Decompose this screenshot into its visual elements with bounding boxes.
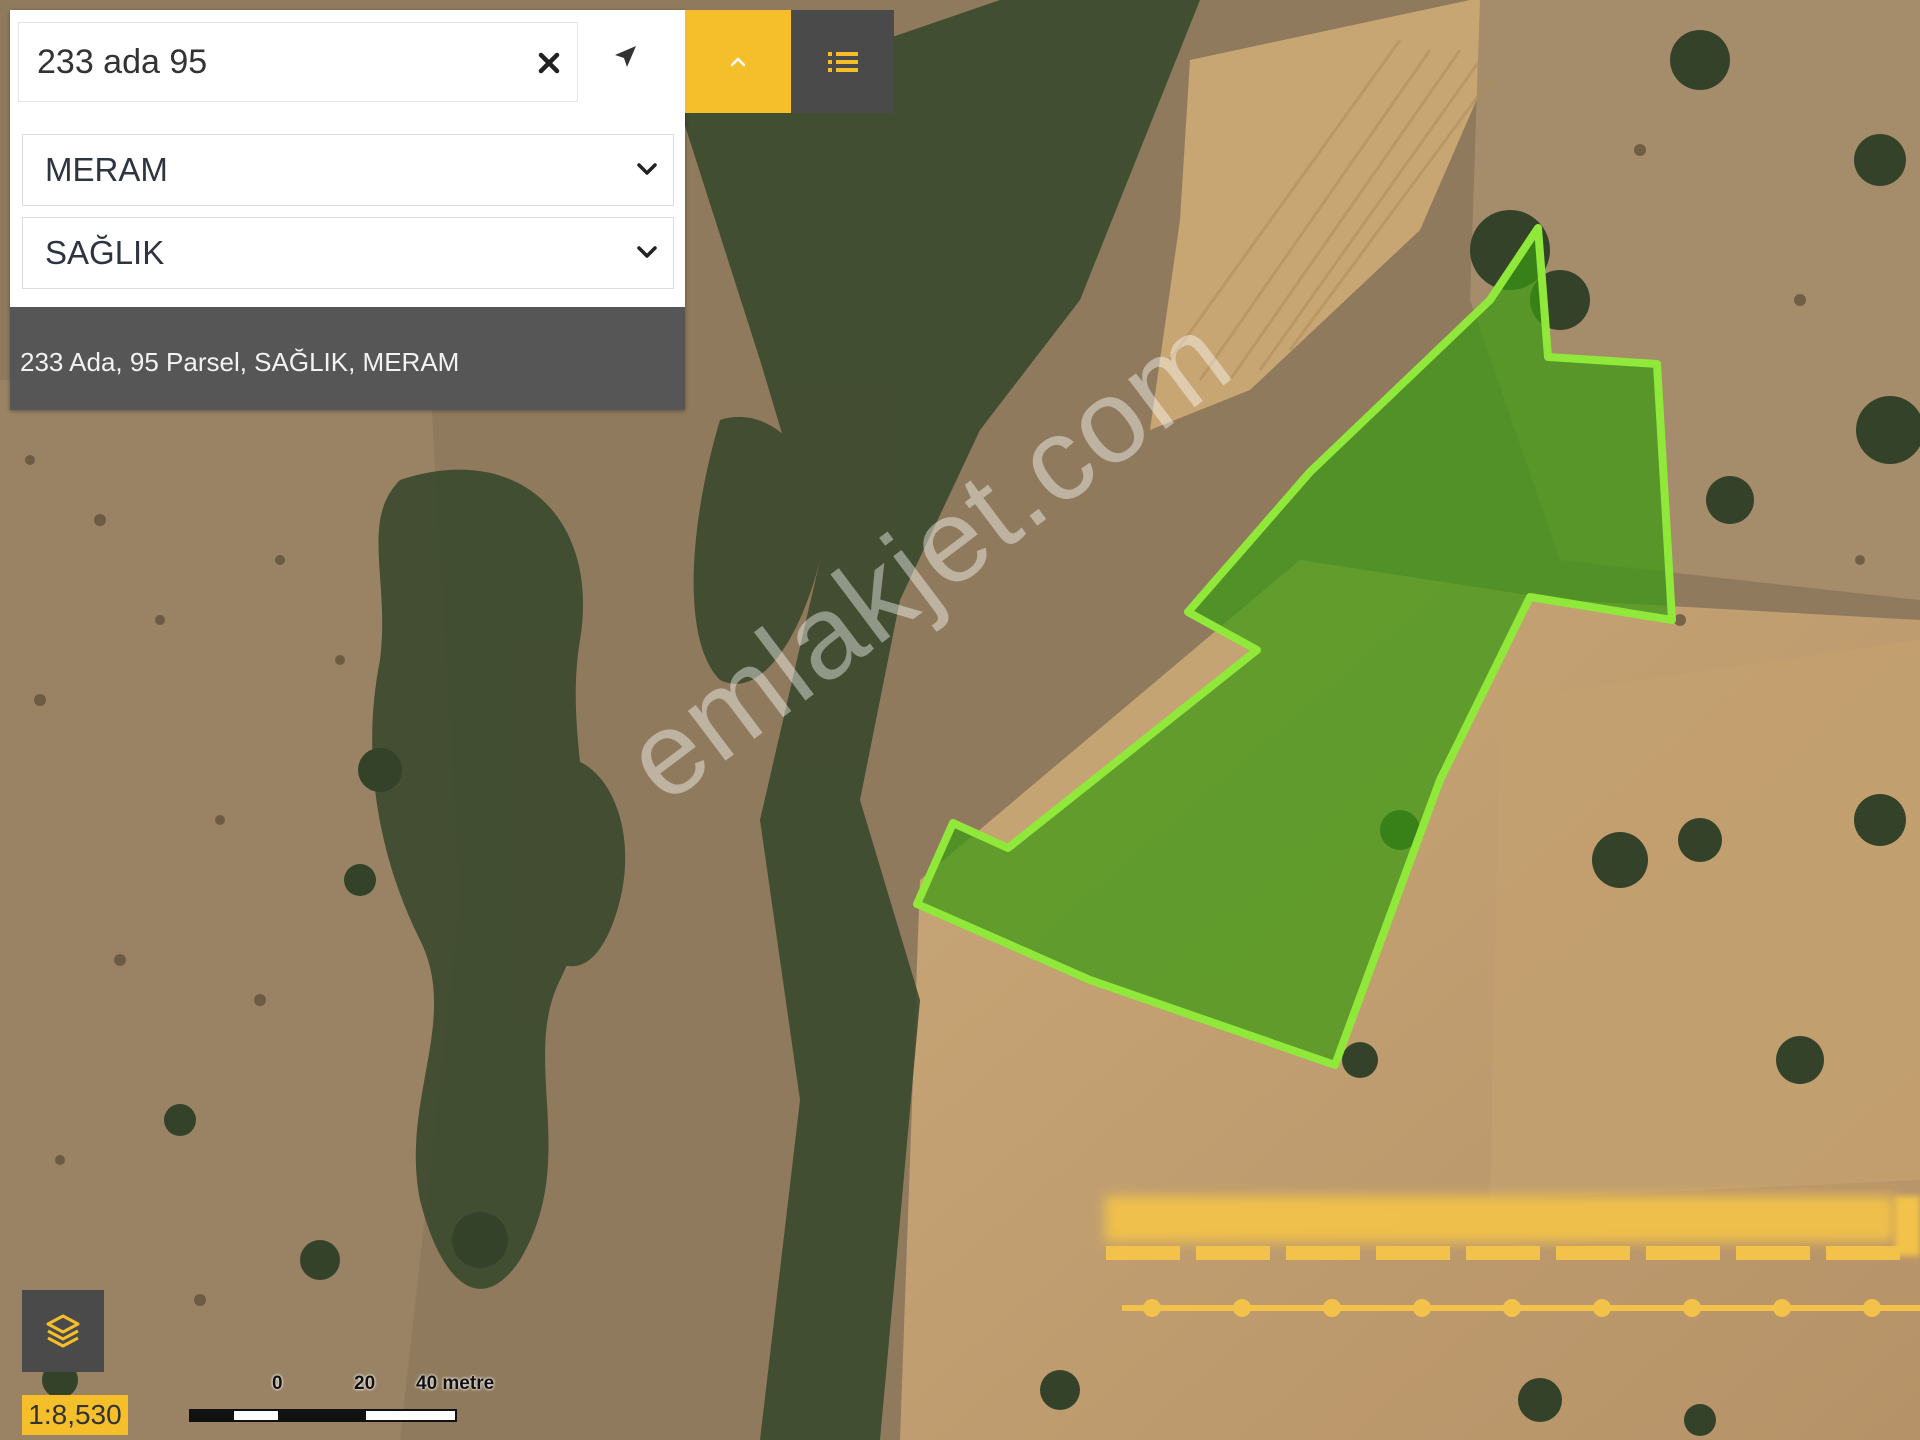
clear-search-button[interactable] <box>529 43 569 83</box>
field-east <box>1490 640 1920 1200</box>
neighborhood-select-value: SAĞLIK <box>45 234 165 271</box>
collapse-panel-button[interactable] <box>685 10 791 113</box>
map-scale-ratio: 1:8,530 <box>22 1395 128 1435</box>
list-button[interactable] <box>791 10 894 113</box>
district-select-value: MERAM <box>45 151 168 188</box>
timeline-ticks <box>1106 1246 1900 1260</box>
chevron-down-icon <box>637 246 657 258</box>
scale-bar <box>189 1409 457 1422</box>
parcel-search-panel: MERAM SAĞLIK 233 Ada, 95 Parsel, SAĞLIK,… <box>10 10 685 410</box>
navigation-arrow-icon <box>615 46 636 67</box>
result-info-bar[interactable]: 233 Ada, 95 Parsel, SAĞLIK, MERAM <box>10 307 685 410</box>
chevron-up-icon <box>730 57 746 66</box>
list-icon <box>827 51 858 72</box>
search-input[interactable] <box>37 39 517 85</box>
chevron-down-icon <box>637 163 657 175</box>
close-icon <box>538 52 560 74</box>
locate-button[interactable] <box>600 32 650 82</box>
district-select[interactable]: MERAM <box>22 134 674 206</box>
timeline-edge <box>1895 1196 1920 1256</box>
search-box <box>18 22 578 102</box>
layers-button[interactable] <box>22 1290 104 1372</box>
layers-icon <box>46 1314 80 1348</box>
scale-label-40: 40 metre <box>416 1373 495 1394</box>
scale-label-0: 0 <box>272 1373 283 1394</box>
timeline-bar-blurred[interactable] <box>1105 1196 1895 1242</box>
scale-label-20: 20 <box>354 1373 376 1394</box>
neighborhood-select[interactable]: SAĞLIK <box>22 217 674 289</box>
result-text: 233 Ada, 95 Parsel, SAĞLIK, MERAM <box>20 347 460 377</box>
